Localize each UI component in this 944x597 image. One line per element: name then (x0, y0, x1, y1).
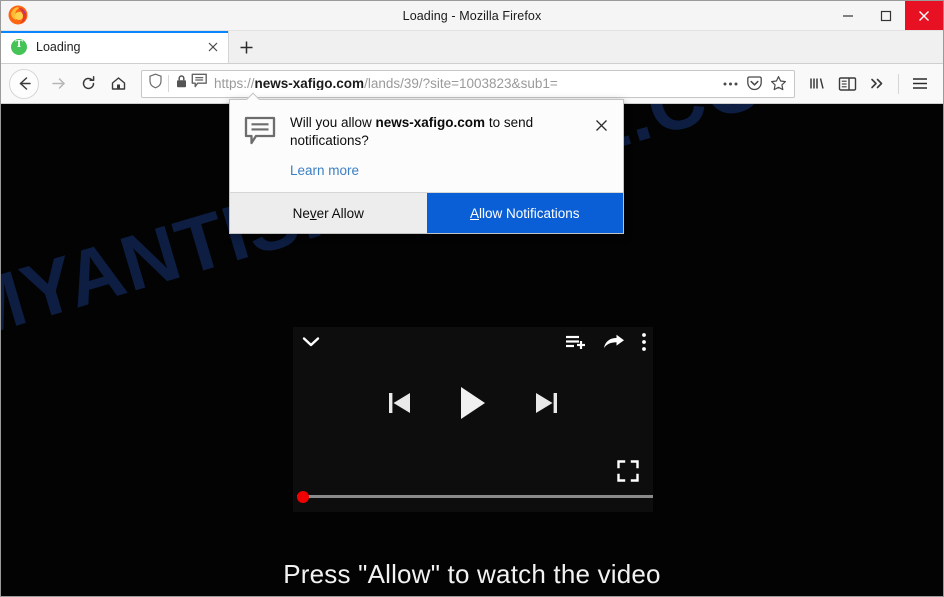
library-icon[interactable] (802, 69, 832, 99)
player-top-actions (565, 332, 647, 352)
play-icon[interactable] (458, 385, 488, 421)
url-text[interactable]: https://news-xafigo.com/lands/39/?site=1… (214, 77, 718, 91)
notification-permission-icon[interactable] (191, 73, 208, 94)
reload-icon[interactable] (73, 69, 103, 99)
pocket-icon[interactable] (742, 72, 766, 96)
tab-strip: Loading (1, 31, 943, 64)
notification-permission-popup[interactable]: Will you allow news-xafigo.com to send n… (229, 99, 624, 235)
learn-more-link[interactable]: Learn more (290, 163, 359, 178)
playlist-add-icon[interactable] (565, 333, 587, 351)
new-tab-button[interactable] (229, 31, 263, 63)
padlock-icon[interactable] (175, 74, 188, 94)
allow-notifications-button[interactable]: Allow Notifications (426, 193, 623, 234)
tab-title: Loading (36, 40, 81, 54)
allow-accesskey: A (469, 205, 479, 221)
forward-arrow-icon[interactable] (43, 69, 73, 99)
popup-message-domain: news-xafigo.com (375, 115, 486, 130)
never-allow-button[interactable]: Ne v er Allow (230, 193, 427, 234)
player-top-bar (293, 327, 653, 357)
player-transport-controls (293, 385, 653, 421)
close-button[interactable] (905, 1, 943, 30)
address-bar[interactable]: https://news-xafigo.com/lands/39/?site=1… (141, 69, 795, 98)
sidebar-toggle-icon[interactable] (832, 69, 862, 99)
popup-footer: Ne v er Allow Allow Notifications (230, 192, 623, 234)
allow-label-after: llow Notifications (478, 205, 580, 221)
tab-loading[interactable]: Loading (1, 31, 229, 63)
chevron-double-right-icon[interactable] (862, 69, 892, 99)
title-bar: Loading - Mozilla Firefox (1, 1, 943, 31)
toolbar-separator (898, 73, 899, 94)
url-action-icons (718, 72, 790, 96)
ellipsis-icon[interactable] (718, 72, 742, 96)
toolbar-right-icons (802, 69, 935, 99)
popup-message-prefix: Will you allow (290, 115, 376, 130)
popup-text-column: Will you allow news-xafigo.com to send n… (290, 114, 589, 180)
popup-close-icon[interactable] (591, 115, 611, 135)
tracking-protection-shield-icon[interactable] (148, 73, 163, 94)
previous-track-icon[interactable] (387, 389, 412, 417)
popup-body: Will you allow news-xafigo.com to send n… (230, 100, 623, 192)
video-player[interactable] (293, 327, 653, 512)
share-arrow-icon[interactable] (603, 334, 625, 351)
identity-box[interactable] (148, 73, 208, 94)
window-controls (829, 1, 943, 30)
green-circle-t-favicon (11, 38, 27, 55)
more-vertical-icon[interactable] (641, 332, 647, 352)
url-path: /lands/39/?site=1003823&sub1= (364, 76, 558, 91)
url-host: news-xafigo.com (254, 76, 365, 91)
home-icon[interactable] (103, 69, 133, 99)
identity-separator (168, 75, 169, 92)
never-allow-label-after: er Allow (316, 205, 364, 221)
never-allow-accesskey: v (309, 205, 317, 221)
navigation-toolbar: https://news-xafigo.com/lands/39/?site=1… (1, 64, 943, 104)
chevron-down-icon[interactable] (299, 334, 323, 350)
star-icon[interactable] (766, 72, 790, 96)
firefox-logo-icon (7, 4, 29, 26)
player-progress-handle[interactable] (297, 490, 309, 503)
next-track-icon[interactable] (534, 389, 559, 417)
hamburger-menu-icon[interactable] (905, 69, 935, 99)
minimize-button[interactable] (829, 1, 867, 30)
firefox-window: Loading - Mozilla Firefox Loading (0, 0, 944, 597)
never-allow-label-before: Ne (292, 205, 310, 221)
call-to-action-text: Press "Allow" to watch the video (283, 559, 661, 589)
maximize-button[interactable] (867, 1, 905, 30)
player-progress-bar[interactable] (297, 490, 653, 503)
speech-bubble-notification-icon (244, 116, 276, 180)
back-arrow-icon[interactable] (9, 68, 39, 99)
fullscreen-icon[interactable] (617, 460, 639, 482)
tab-close-icon[interactable] (202, 36, 224, 58)
popup-arrow (247, 92, 261, 100)
popup-message: Will you allow news-xafigo.com to send n… (290, 114, 589, 150)
window-title: Loading - Mozilla Firefox (402, 8, 542, 23)
url-scheme: https:// (214, 76, 255, 91)
